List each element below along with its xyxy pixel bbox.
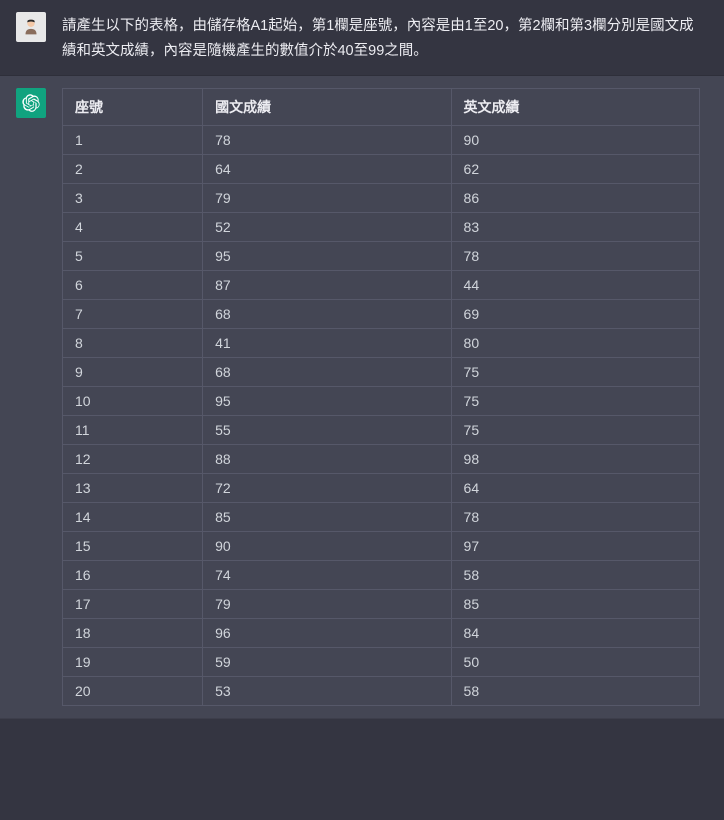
cell-english-score: 78 bbox=[451, 242, 699, 271]
cell-english-score: 80 bbox=[451, 329, 699, 358]
cell-seat-number: 4 bbox=[63, 213, 203, 242]
cell-english-score: 75 bbox=[451, 416, 699, 445]
user-message-row: 請產生以下的表格，由儲存格A1起始，第1欄是座號，內容是由1至20，第2欄和第3… bbox=[0, 0, 724, 76]
table-row: 137264 bbox=[63, 474, 700, 503]
header-seat-number: 座號 bbox=[63, 89, 203, 126]
table-row: 205358 bbox=[63, 677, 700, 706]
cell-chinese-score: 95 bbox=[203, 387, 451, 416]
cell-seat-number: 10 bbox=[63, 387, 203, 416]
cell-chinese-score: 88 bbox=[203, 445, 451, 474]
cell-english-score: 85 bbox=[451, 590, 699, 619]
cell-chinese-score: 78 bbox=[203, 126, 451, 155]
table-row: 68744 bbox=[63, 271, 700, 300]
openai-logo-icon bbox=[22, 94, 40, 112]
cell-chinese-score: 68 bbox=[203, 300, 451, 329]
cell-english-score: 90 bbox=[451, 126, 699, 155]
cell-chinese-score: 96 bbox=[203, 619, 451, 648]
cell-chinese-score: 53 bbox=[203, 677, 451, 706]
assistant-message-content: 座號 國文成績 英文成績 178902646237986452835957868… bbox=[62, 88, 708, 706]
table-row: 109575 bbox=[63, 387, 700, 416]
cell-chinese-score: 90 bbox=[203, 532, 451, 561]
table-row: 177985 bbox=[63, 590, 700, 619]
cell-english-score: 86 bbox=[451, 184, 699, 213]
table-row: 189684 bbox=[63, 619, 700, 648]
cell-seat-number: 15 bbox=[63, 532, 203, 561]
cell-seat-number: 9 bbox=[63, 358, 203, 387]
table-row: 96875 bbox=[63, 358, 700, 387]
cell-english-score: 75 bbox=[451, 358, 699, 387]
cell-seat-number: 17 bbox=[63, 590, 203, 619]
cell-seat-number: 5 bbox=[63, 242, 203, 271]
cell-seat-number: 11 bbox=[63, 416, 203, 445]
grades-table: 座號 國文成績 英文成績 178902646237986452835957868… bbox=[62, 88, 700, 706]
cell-seat-number: 7 bbox=[63, 300, 203, 329]
user-avatar bbox=[16, 12, 46, 42]
cell-chinese-score: 64 bbox=[203, 155, 451, 184]
table-row: 167458 bbox=[63, 561, 700, 590]
table-row: 159097 bbox=[63, 532, 700, 561]
cell-seat-number: 12 bbox=[63, 445, 203, 474]
table-row: 17890 bbox=[63, 126, 700, 155]
table-row: 148578 bbox=[63, 503, 700, 532]
cell-english-score: 75 bbox=[451, 387, 699, 416]
cell-seat-number: 13 bbox=[63, 474, 203, 503]
cell-english-score: 44 bbox=[451, 271, 699, 300]
cell-english-score: 62 bbox=[451, 155, 699, 184]
cell-chinese-score: 59 bbox=[203, 648, 451, 677]
table-row: 37986 bbox=[63, 184, 700, 213]
cell-chinese-score: 95 bbox=[203, 242, 451, 271]
table-row: 84180 bbox=[63, 329, 700, 358]
cell-english-score: 78 bbox=[451, 503, 699, 532]
table-row: 45283 bbox=[63, 213, 700, 242]
table-row: 26462 bbox=[63, 155, 700, 184]
cell-chinese-score: 55 bbox=[203, 416, 451, 445]
cell-seat-number: 6 bbox=[63, 271, 203, 300]
cell-seat-number: 14 bbox=[63, 503, 203, 532]
table-row: 128898 bbox=[63, 445, 700, 474]
cell-chinese-score: 79 bbox=[203, 184, 451, 213]
table-header-row: 座號 國文成績 英文成績 bbox=[63, 89, 700, 126]
cell-seat-number: 20 bbox=[63, 677, 203, 706]
cell-english-score: 84 bbox=[451, 619, 699, 648]
assistant-message-row: 座號 國文成績 英文成績 178902646237986452835957868… bbox=[0, 76, 724, 719]
cell-english-score: 98 bbox=[451, 445, 699, 474]
cell-english-score: 58 bbox=[451, 561, 699, 590]
cell-english-score: 50 bbox=[451, 648, 699, 677]
cell-seat-number: 18 bbox=[63, 619, 203, 648]
cell-chinese-score: 72 bbox=[203, 474, 451, 503]
cell-seat-number: 1 bbox=[63, 126, 203, 155]
header-chinese-score: 國文成績 bbox=[203, 89, 451, 126]
table-row: 195950 bbox=[63, 648, 700, 677]
table-row: 76869 bbox=[63, 300, 700, 329]
cell-english-score: 97 bbox=[451, 532, 699, 561]
cell-english-score: 69 bbox=[451, 300, 699, 329]
cell-seat-number: 3 bbox=[63, 184, 203, 213]
cell-english-score: 64 bbox=[451, 474, 699, 503]
cell-seat-number: 19 bbox=[63, 648, 203, 677]
table-row: 59578 bbox=[63, 242, 700, 271]
cell-chinese-score: 74 bbox=[203, 561, 451, 590]
cell-chinese-score: 87 bbox=[203, 271, 451, 300]
cell-english-score: 58 bbox=[451, 677, 699, 706]
header-english-score: 英文成績 bbox=[451, 89, 699, 126]
cell-chinese-score: 79 bbox=[203, 590, 451, 619]
cell-chinese-score: 41 bbox=[203, 329, 451, 358]
user-message-text: 請產生以下的表格，由儲存格A1起始，第1欄是座號，內容是由1至20，第2欄和第3… bbox=[62, 12, 708, 63]
cell-seat-number: 8 bbox=[63, 329, 203, 358]
cell-chinese-score: 85 bbox=[203, 503, 451, 532]
user-face-icon bbox=[20, 16, 42, 38]
cell-english-score: 83 bbox=[451, 213, 699, 242]
cell-seat-number: 2 bbox=[63, 155, 203, 184]
cell-chinese-score: 52 bbox=[203, 213, 451, 242]
cell-seat-number: 16 bbox=[63, 561, 203, 590]
table-row: 115575 bbox=[63, 416, 700, 445]
cell-chinese-score: 68 bbox=[203, 358, 451, 387]
assistant-avatar bbox=[16, 88, 46, 118]
